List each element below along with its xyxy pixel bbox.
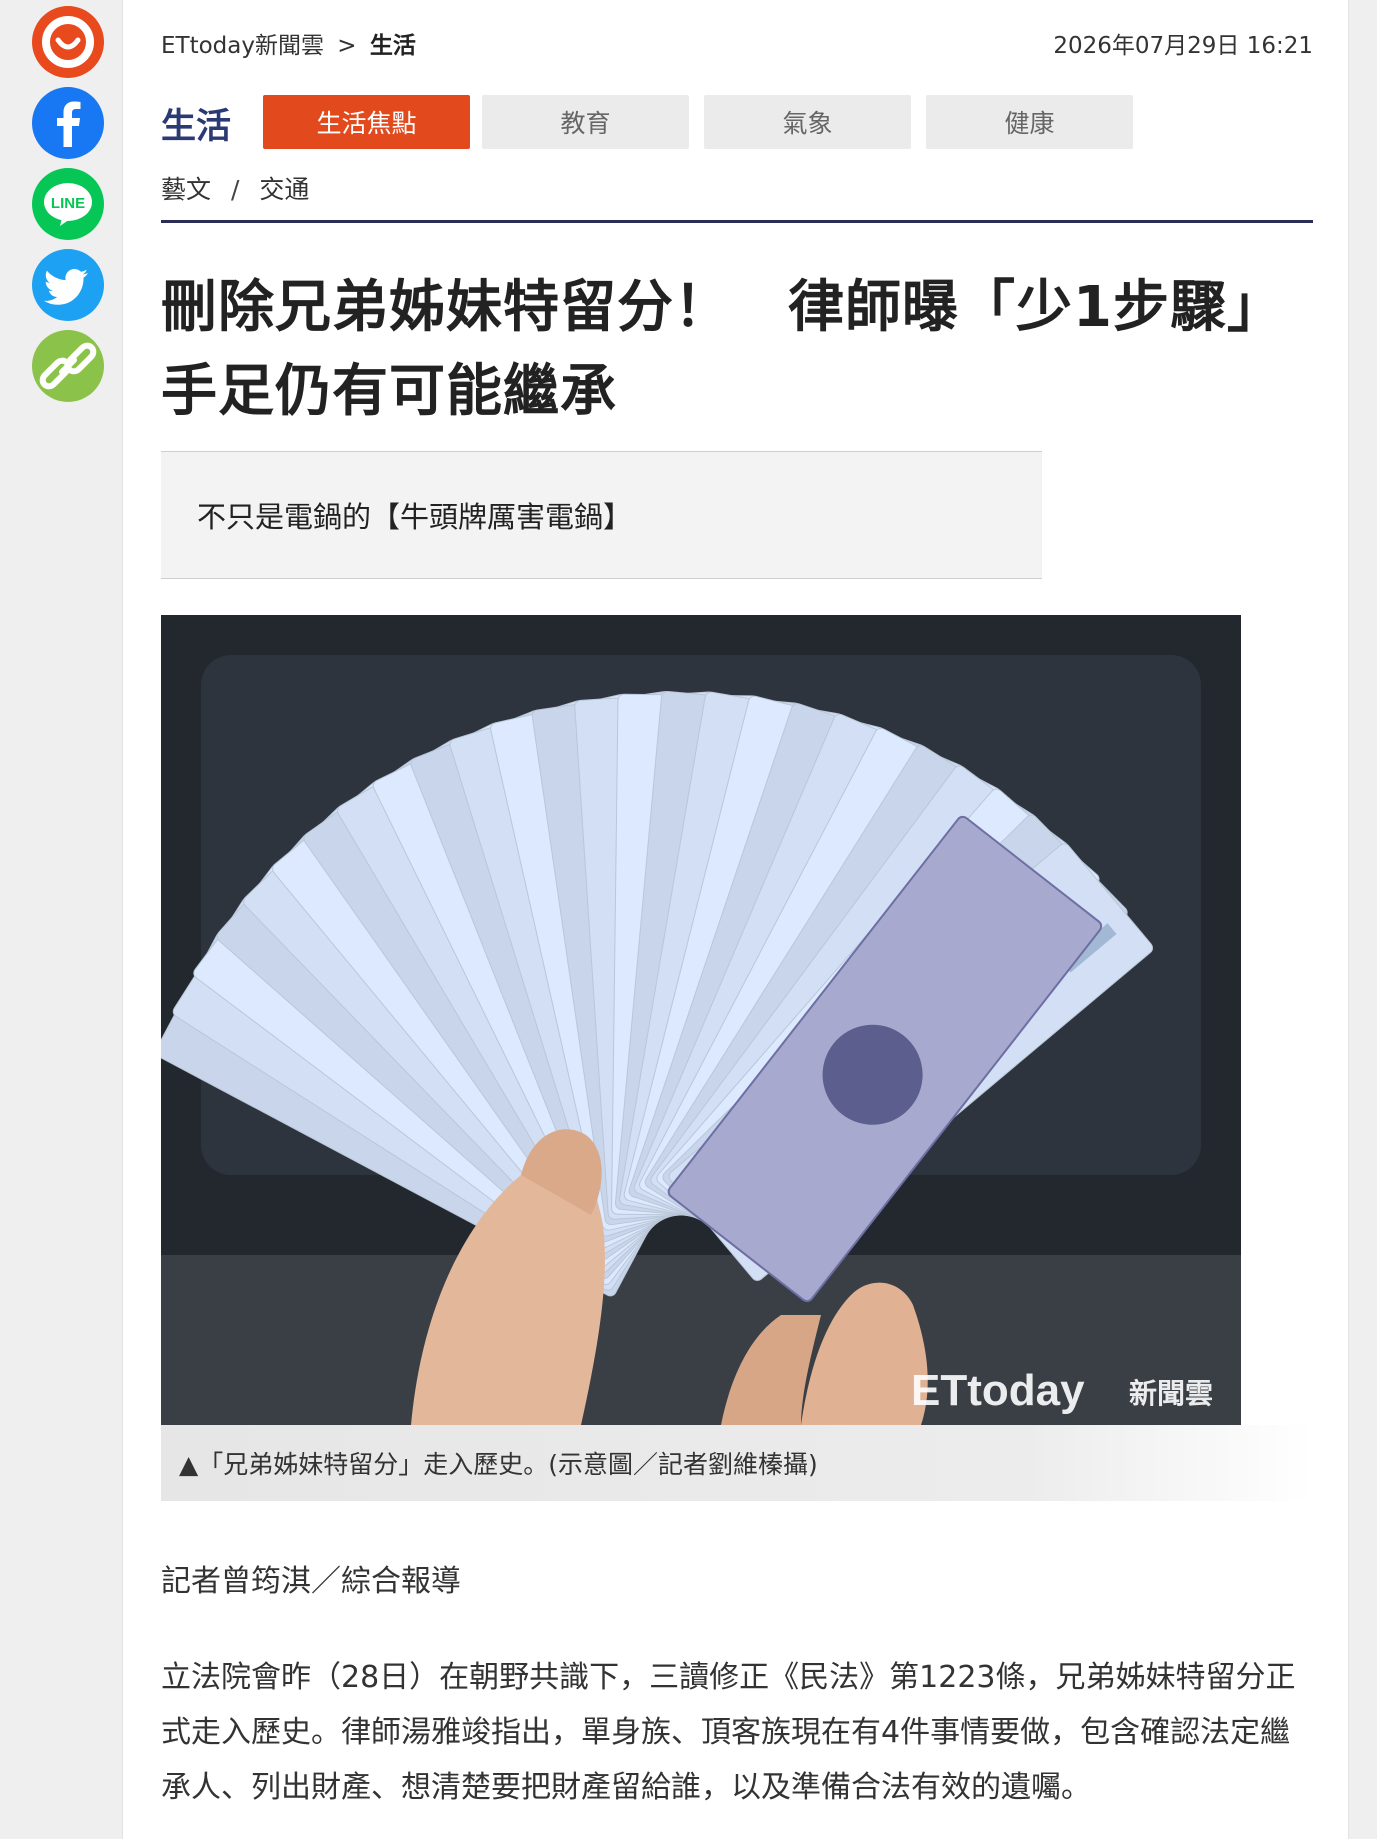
photo-caption: ▲「兄弟姊妹特留分」走入歷史。(示意圖／記者劉維榛攝) — [161, 1425, 1313, 1501]
subcategory-arts-link[interactable]: 藝文 — [161, 175, 211, 204]
publish-date: 2026年07月29日 16:21 — [1053, 33, 1313, 59]
promo-link[interactable]: 不只是電鍋的【牛頭牌厲害電鍋】 — [197, 494, 632, 536]
article-byline: 記者曾筠淇／綜合報導 — [161, 1564, 461, 1599]
subcategory-separator: / — [230, 175, 240, 204]
tab-health[interactable]: 健康 — [926, 95, 1133, 149]
photo-caption-text: ▲「兄弟姊妹特留分」走入歷史。(示意圖／記者劉維榛攝) — [179, 1450, 818, 1479]
breadcrumb-current-link[interactable]: 生活 — [370, 33, 416, 59]
breadcrumb: ETtoday新聞雲 > 生活 — [161, 33, 416, 59]
twitter-icon — [43, 269, 88, 305]
category-title[interactable]: 生活 — [161, 98, 231, 149]
headline-line-2: 手足仍有可能繼承 — [161, 359, 617, 424]
section-divider — [161, 220, 1313, 223]
share-rail: LINE — [32, 6, 106, 411]
category-nav: 生活 生活焦點 教育 氣象 健康 — [161, 94, 1313, 150]
subcategory-nav: 藝文 / 交通 — [161, 170, 309, 206]
facebook-icon — [57, 101, 81, 147]
tab-life-focus[interactable]: 生活焦點 — [263, 95, 470, 149]
twitter-share-button[interactable] — [32, 249, 104, 321]
tab-education[interactable]: 教育 — [482, 95, 689, 149]
line-icon: LINE — [44, 183, 92, 226]
copy-link-button[interactable] — [32, 330, 104, 402]
facebook-share-button[interactable] — [32, 87, 104, 159]
link-icon — [39, 342, 97, 390]
top-bar: ETtoday新聞雲 > 生活 2026年07月29日 16:21 — [161, 26, 1313, 59]
photo-watermark-brand: ETtoday — [911, 1366, 1085, 1415]
subcategory-traffic-link[interactable]: 交通 — [259, 175, 309, 204]
article-photo: 1000100010001000 ETtoday 新聞雲 — [161, 615, 1241, 1425]
breadcrumb-home-link[interactable]: ETtoday新聞雲 — [161, 33, 324, 59]
ettoday-share-button[interactable] — [32, 6, 104, 78]
article-paragraph: 立法院會昨（28日）在朝野共識下，三讀修正《民法》第1223條，兄弟姊妹特留分正… — [161, 1660, 1296, 1805]
line-icon-label: LINE — [51, 195, 85, 212]
article-card: ETtoday新聞雲 > 生活 2026年07月29日 16:21 生活 生活焦… — [122, 0, 1349, 1839]
tab-weather[interactable]: 氣象 — [704, 95, 911, 149]
line-share-button[interactable]: LINE — [32, 168, 104, 240]
ettoday-logo-icon — [42, 16, 94, 68]
banknotes-fan-illustration: 1000100010001000 ETtoday 新聞雲 — [161, 615, 1241, 1425]
promo-box[interactable]: 不只是電鍋的【牛頭牌厲害電鍋】 — [161, 451, 1042, 579]
headline-line-1: 刪除兄弟姊妹特留分！ 律師曝「少1步驟」 — [161, 275, 1284, 340]
breadcrumb-separator: > — [337, 33, 357, 59]
article-headline: 刪除兄弟姊妹特留分！ 律師曝「少1步驟」 手足仍有可能繼承 — [161, 266, 1313, 434]
photo-watermark-suffix: 新聞雲 — [1129, 1377, 1213, 1410]
